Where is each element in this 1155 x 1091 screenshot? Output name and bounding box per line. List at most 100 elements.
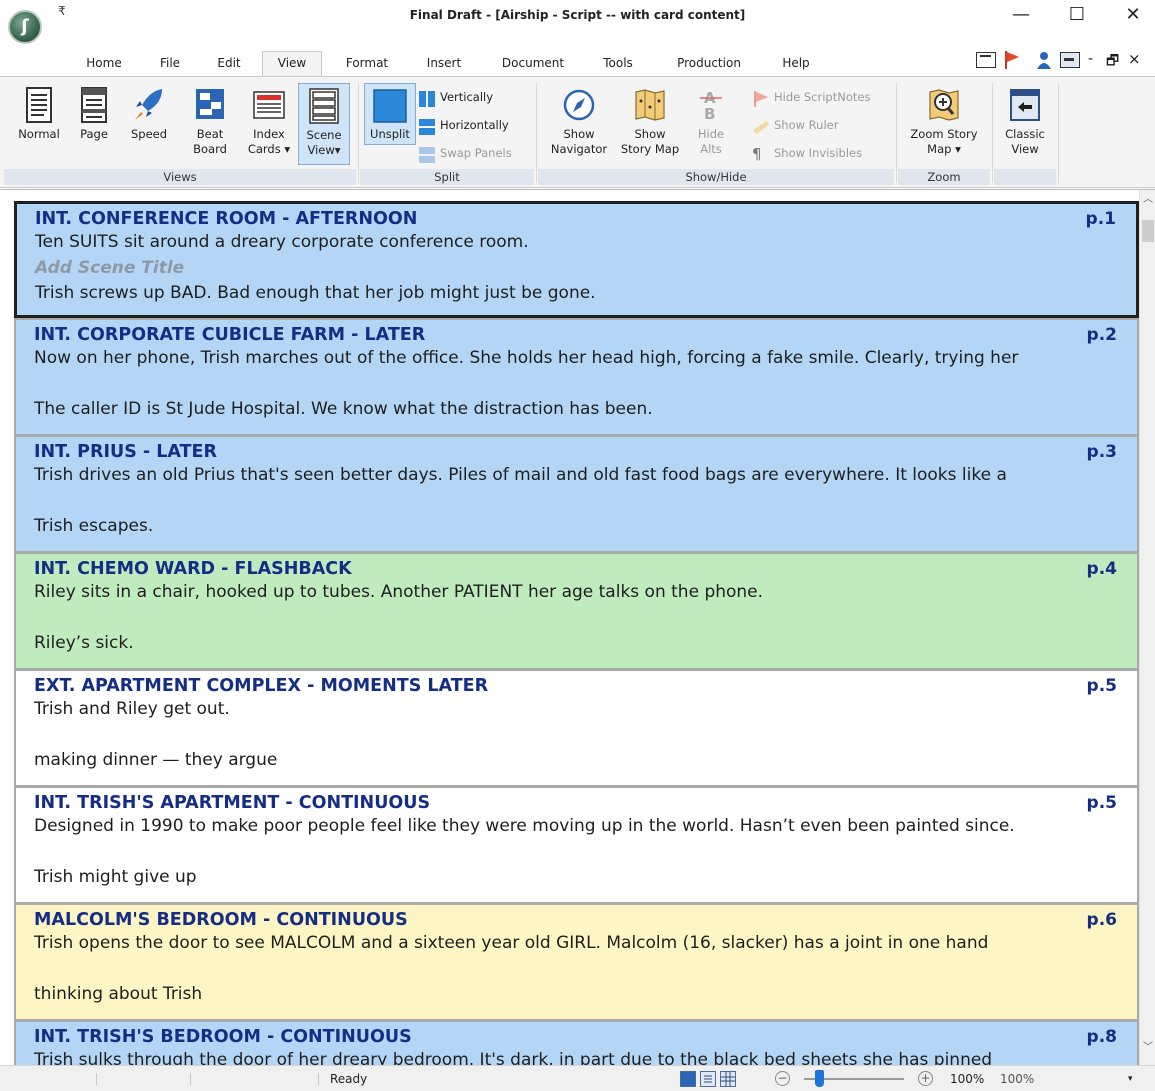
scene-card[interactable]: INT. TRISH'S APARTMENT - CONTINUOUS p.5 … <box>14 786 1139 903</box>
scene-card[interactable]: INT. PRIUS - LATER p.3 Trish drives an o… <box>14 435 1139 552</box>
scene-heading[interactable]: INT. CHEMO WARD - FLASHBACK <box>34 558 1119 580</box>
statusbar-options-arrow-icon[interactable]: ▾ <box>1128 1074 1133 1084</box>
speed-view-button[interactable]: Speed <box>124 87 174 142</box>
split-vertically-button[interactable]: Vertically <box>418 89 493 109</box>
unsplit-label: Unsplit <box>370 127 410 141</box>
show-story-map-button[interactable]: Show Story Map <box>616 87 684 157</box>
normal-view-status-icon[interactable] <box>680 1071 696 1087</box>
page-view-button[interactable]: Page <box>72 87 116 142</box>
split-group-label: Split <box>360 169 534 185</box>
scene-summary[interactable]: The caller ID is St Jude Hospital. We kn… <box>34 397 1119 423</box>
scene-summary[interactable]: Trish drives an old Prius that's seen be… <box>34 463 1119 489</box>
scene-summary[interactable]: Riley’s sick. <box>34 631 1119 657</box>
scene-summary[interactable]: Ten SUITS sit around a dreary corporate … <box>35 230 1118 256</box>
zoom-story-map-label-1: Zoom Story <box>910 127 978 141</box>
doc-close-button[interactable]: × <box>1128 50 1141 68</box>
scene-heading[interactable]: EXT. APARTMENT COMPLEX - MOMENTS LATER <box>34 675 1119 697</box>
show-story-map-label-2: Story Map <box>620 142 680 156</box>
tab-view[interactable]: View <box>262 51 322 77</box>
status-divider <box>96 1073 97 1085</box>
scene-summary[interactable]: Trish screws up BAD. Bad enough that her… <box>35 281 1118 307</box>
scene-heading[interactable]: INT. TRISH'S APARTMENT - CONTINUOUS <box>34 792 1119 814</box>
classic-view-small-icon[interactable] <box>1060 52 1080 68</box>
maximize-button[interactable]: ☐ <box>1054 0 1100 32</box>
tab-home[interactable]: Home <box>80 54 128 76</box>
scene-summary[interactable]: Trish might give up <box>34 865 1119 891</box>
scene-card[interactable]: INT. CONFERENCE ROOM - AFTERNOON p.1 Ten… <box>14 201 1139 318</box>
scene-summary[interactable]: Designed in 1990 to make poor people fee… <box>34 814 1119 840</box>
show-navigator-button[interactable]: Show Navigator <box>544 87 614 157</box>
vertical-scrollbar[interactable]: ︿ ﹀ <box>1139 190 1155 1065</box>
scene-heading[interactable]: INT. PRIUS - LATER <box>34 441 1119 463</box>
scene-summary[interactable]: Trish sulks through the door of her drea… <box>34 1048 1119 1065</box>
zoom-percent: 100% <box>950 1072 985 1086</box>
beat-board-button[interactable]: Beat Board <box>186 87 234 157</box>
scene-page-number: p.6 <box>1086 910 1117 930</box>
scene-summary[interactable]: Trish opens the door to see MALCOLM and … <box>34 931 1119 957</box>
scene-card[interactable]: INT. TRISH'S BEDROOM - CONTINUOUS p.8 Tr… <box>14 1020 1139 1065</box>
scene-summary[interactable]: making dinner — they argue <box>34 748 1119 774</box>
add-scene-title-placeholder[interactable]: Add Scene Title <box>35 256 1118 282</box>
unsplit-button[interactable]: Unsplit <box>364 83 416 145</box>
scriptnote-flag-icon <box>752 90 770 107</box>
scroll-down-arrow-icon[interactable]: ﹀ <box>1140 1040 1155 1056</box>
hide-alts-button[interactable]: A B Hide Alts <box>688 87 734 157</box>
split-horizontally-button[interactable]: Horizontally <box>418 117 509 137</box>
ribbon-right-icons: - 🗗 × <box>976 50 1155 74</box>
cards-view-status-icon[interactable] <box>720 1071 736 1087</box>
page-view-status-icon[interactable] <box>700 1071 716 1087</box>
scene-card[interactable]: MALCOLM'S BEDROOM - CONTINUOUS p.6 Trish… <box>14 903 1139 1020</box>
zoom-out-button[interactable]: − <box>775 1071 790 1086</box>
scene-page-number: p.5 <box>1086 793 1117 813</box>
flag-icon[interactable] <box>1004 51 1020 72</box>
show-invisibles-button[interactable]: ¶ Show Invisibles <box>752 145 862 165</box>
tab-file[interactable]: File <box>150 54 190 76</box>
scene-view-button[interactable]: Scene View▾ <box>298 83 350 165</box>
scene-summary[interactable]: Trish escapes. <box>34 514 1119 540</box>
tab-help[interactable]: Help <box>774 54 818 76</box>
swap-panels-icon <box>418 146 436 163</box>
show-ruler-button[interactable]: Show Ruler <box>752 117 838 137</box>
ribbon-divider <box>992 83 993 183</box>
tab-production[interactable]: Production <box>666 54 752 76</box>
scene-card[interactable]: EXT. APARTMENT COMPLEX - MOMENTS LATER p… <box>14 669 1139 786</box>
zoom-story-map-button[interactable]: Zoom Story Map ▾ <box>904 87 984 157</box>
doc-restore-button[interactable]: 🗗 <box>1106 50 1119 74</box>
tab-insert[interactable]: Insert <box>418 54 470 76</box>
hide-alts-label-1: Hide <box>697 127 725 141</box>
normal-view-button[interactable]: Normal <box>14 87 64 142</box>
scene-summary[interactable]: thinking about Trish <box>34 982 1119 1008</box>
scene-card[interactable]: INT. CORPORATE CUBICLE FARM - LATER p.2 … <box>14 318 1139 435</box>
scene-heading[interactable]: INT. TRISH'S BEDROOM - CONTINUOUS <box>34 1026 1119 1048</box>
zoom-slider-thumb[interactable] <box>815 1070 824 1087</box>
show-story-map-label-1: Show <box>634 127 666 141</box>
scene-heading[interactable]: INT. CONFERENCE ROOM - AFTERNOON <box>35 208 1118 230</box>
status-bar: Ready − + 100% 100% ▾ <box>0 1065 1155 1091</box>
scene-heading[interactable]: INT. CORPORATE CUBICLE FARM - LATER <box>34 324 1119 346</box>
scroll-up-arrow-icon[interactable]: ︿ <box>1140 192 1155 208</box>
scene-summary[interactable]: Now on her phone, Trish marches out of t… <box>34 346 1119 372</box>
split-horizontal-icon <box>418 118 436 135</box>
minimize-button[interactable]: — <box>998 0 1044 32</box>
close-button[interactable]: ✕ <box>1110 0 1155 32</box>
scene-heading[interactable]: MALCOLM'S BEDROOM - CONTINUOUS <box>34 909 1119 931</box>
zoom-level-box[interactable]: 100% <box>1000 1072 1034 1086</box>
doc-minimize-button[interactable]: - <box>1088 51 1093 67</box>
scene-view-icon[interactable] <box>976 52 996 68</box>
scene-card[interactable]: INT. CHEMO WARD - FLASHBACK p.4 Riley si… <box>14 552 1139 669</box>
tab-format[interactable]: Format <box>336 54 398 76</box>
tab-tools[interactable]: Tools <box>594 54 642 76</box>
normal-label: Normal <box>18 127 60 141</box>
scene-summary[interactable]: Trish and Riley get out. <box>34 697 1119 723</box>
tab-edit[interactable]: Edit <box>207 54 251 76</box>
index-cards-button[interactable]: Index Cards ▾ <box>242 87 296 157</box>
zoom-in-button[interactable]: + <box>918 1071 933 1086</box>
scene-summary[interactable]: Riley sits in a chair, hooked up to tube… <box>34 580 1119 606</box>
swap-panels-button[interactable]: Swap Panels <box>418 145 512 165</box>
hide-scriptnotes-button[interactable]: Hide ScriptNotes <box>752 89 870 109</box>
collaborate-person-icon[interactable] <box>1036 51 1052 72</box>
scrollbar-thumb[interactable] <box>1142 220 1154 242</box>
tab-document[interactable]: Document <box>494 54 572 76</box>
story-map-icon <box>633 87 667 121</box>
classic-view-button[interactable]: Classic View <box>998 87 1052 157</box>
